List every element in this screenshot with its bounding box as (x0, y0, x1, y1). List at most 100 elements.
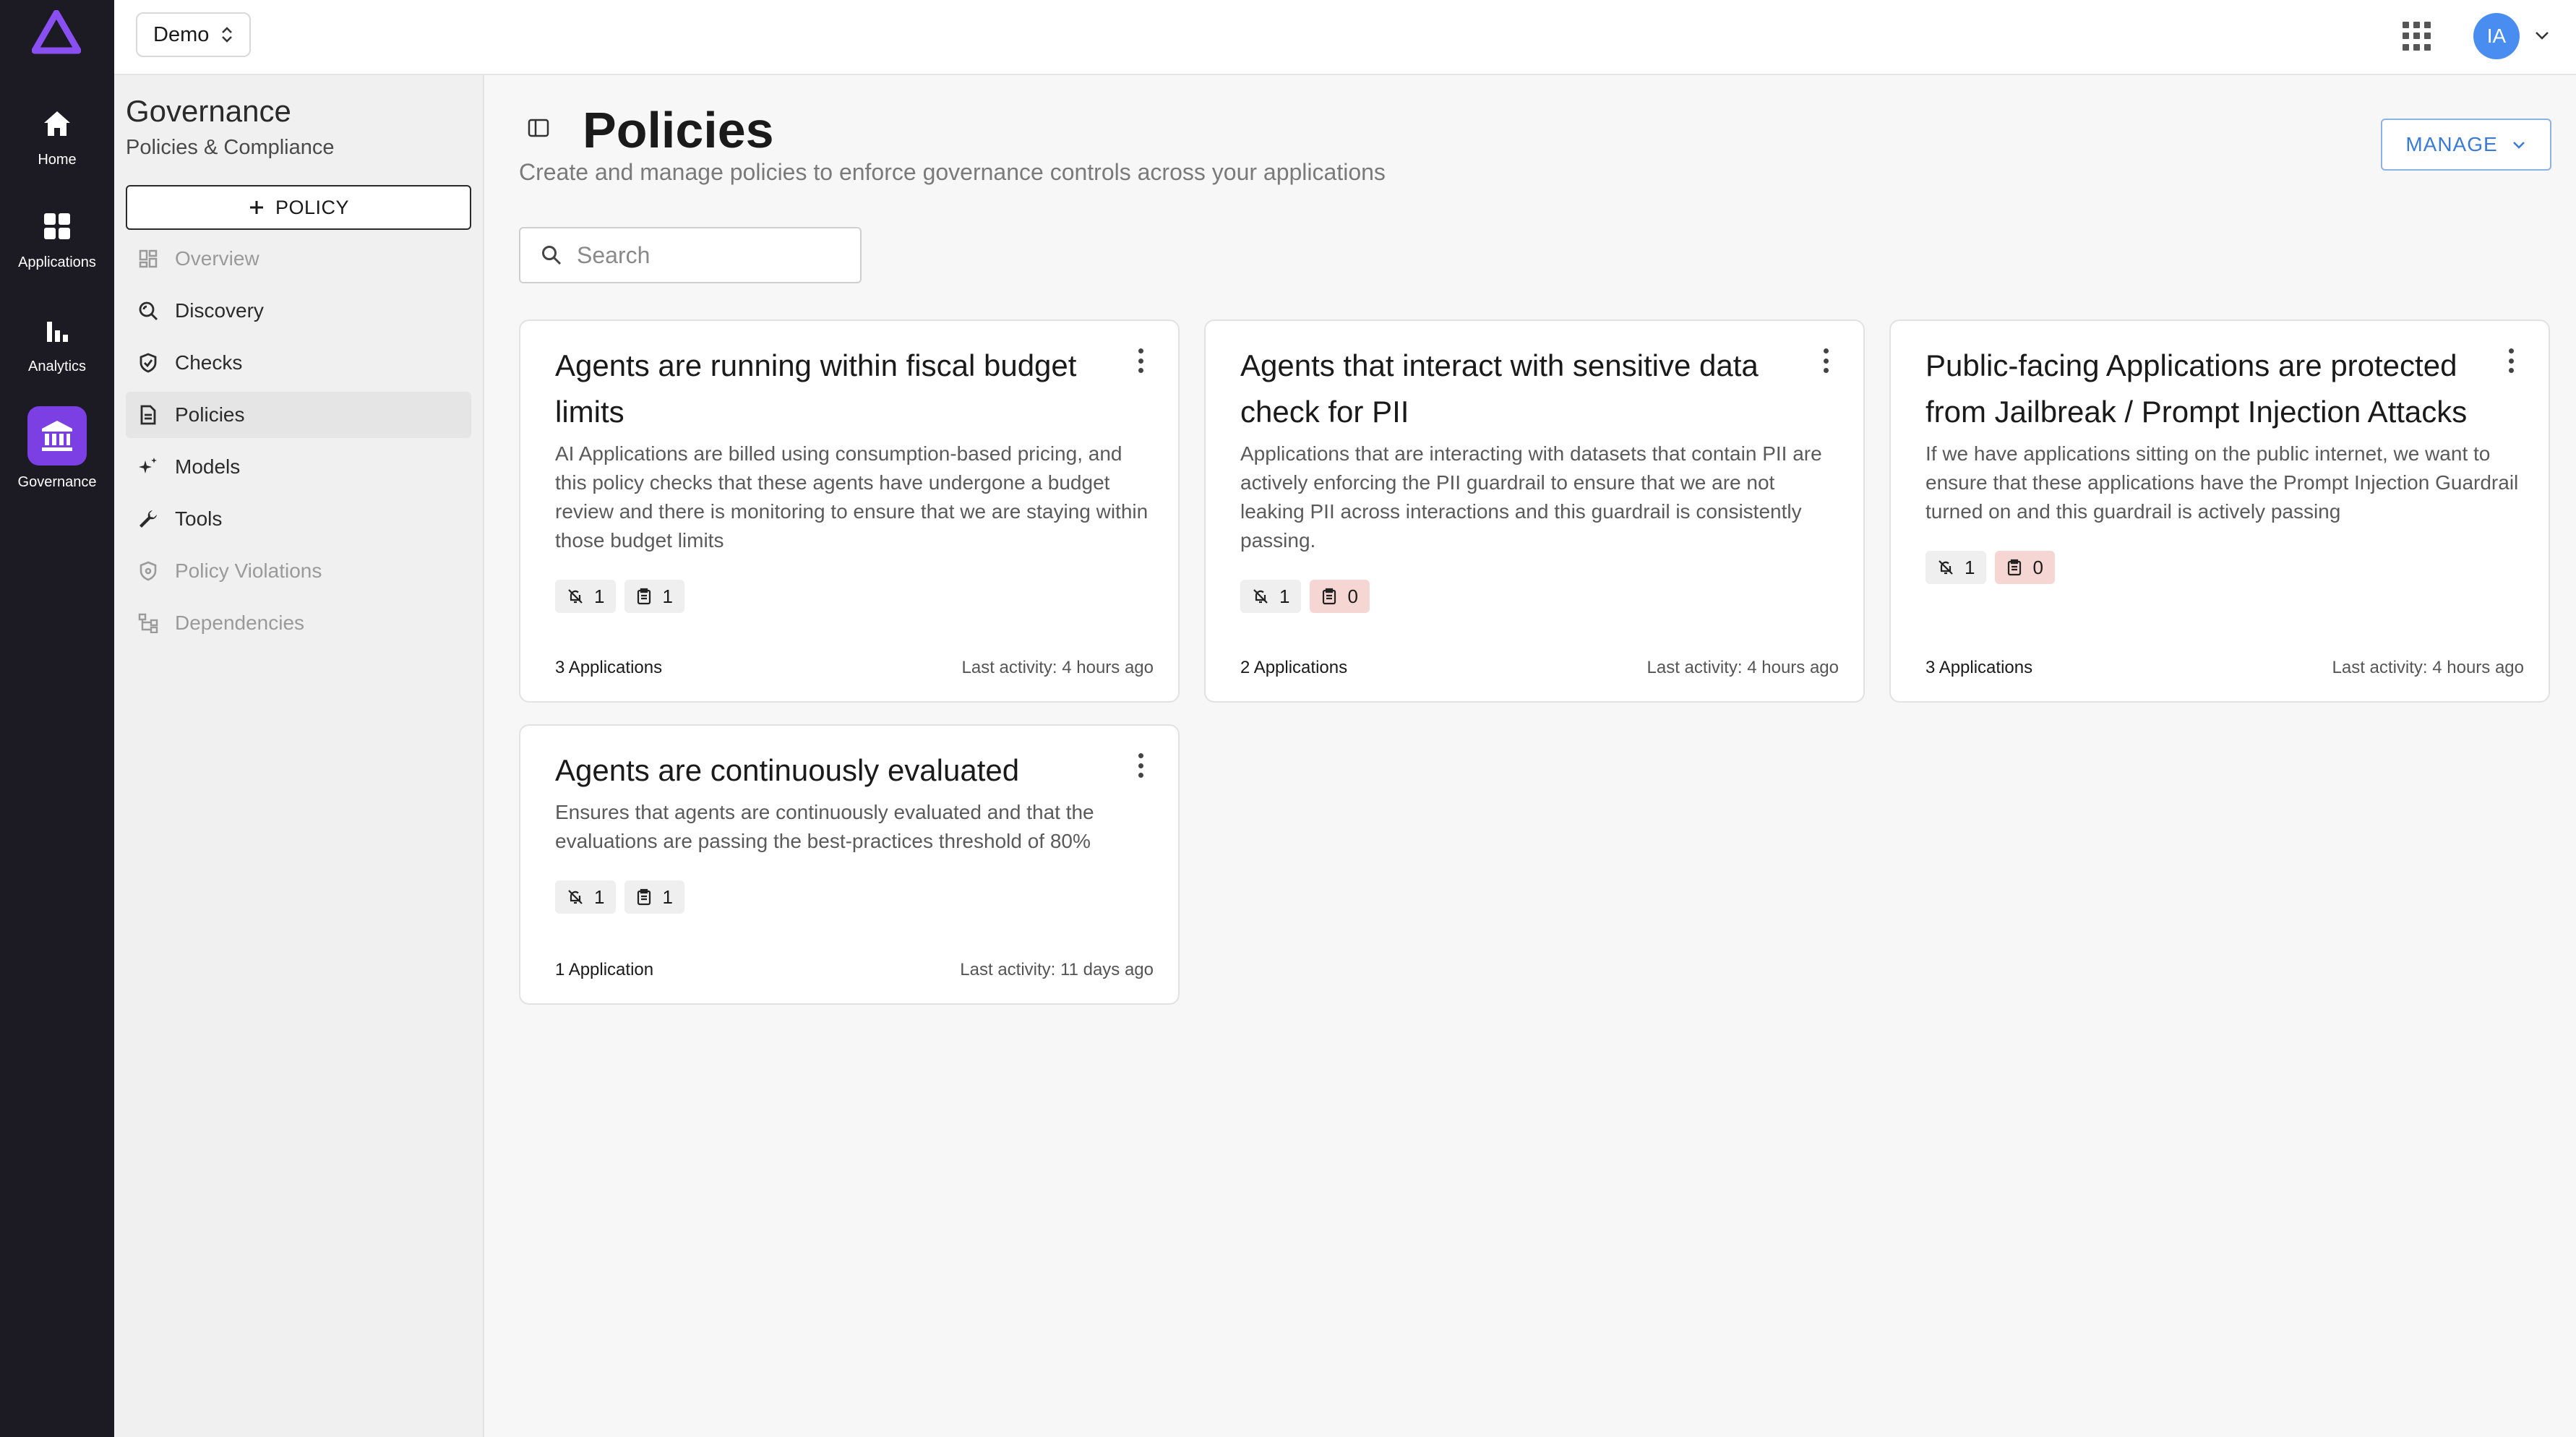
app-launcher-grid-icon[interactable] (2403, 22, 2431, 51)
clipboard-icon (637, 888, 651, 906)
alerts-count: 1 (1279, 585, 1290, 607)
sidebar-toggle-icon[interactable] (526, 116, 551, 140)
sidebar-item-label: Dependencies (175, 612, 305, 634)
search-input[interactable] (577, 241, 851, 269)
last-activity: Last activity: 4 hours ago (2332, 658, 2524, 677)
policy-card-description: If we have applications sitting on the p… (1925, 442, 2519, 523)
sidebar-item-discovery[interactable]: Discovery (126, 288, 471, 334)
policy-card[interactable]: Agents that interact with sensitive data… (1204, 319, 1865, 703)
alerts-badge[interactable]: 1 (1240, 580, 1302, 613)
bell-off-icon (568, 890, 583, 904)
policy-card[interactable]: Public-facing Applications are protected… (1889, 319, 2550, 703)
sparkles-icon (137, 456, 159, 478)
chevron-down-icon (2512, 142, 2525, 149)
manage-label: MANAGE (2405, 133, 2498, 155)
rail-item-analytics[interactable]: Analytics (0, 312, 114, 399)
more-vertical-icon[interactable] (1136, 753, 1145, 778)
policy-card-title[interactable]: Agents are continuously evaluated (555, 747, 1119, 794)
user-avatar[interactable]: IA (2473, 13, 2520, 59)
policy-card-title[interactable]: Public-facing Applications are protected… (1925, 343, 2489, 435)
add-policy-label: POLICY (275, 196, 350, 218)
alerts-count: 1 (594, 585, 605, 607)
apps-icon (39, 208, 75, 244)
checks-badge-failing[interactable]: 0 (1995, 551, 2055, 584)
sidebar-item-label: Overview (175, 247, 259, 270)
workspace-selector[interactable]: Demo (136, 12, 252, 57)
alerts-badge[interactable]: 1 (1925, 551, 1987, 584)
brand-logo-icon[interactable] (32, 10, 81, 55)
checks-count: 0 (1347, 585, 1358, 607)
rail-item-label: Home (38, 152, 77, 168)
main-content: Policies Create and manage policies to e… (486, 75, 2576, 1437)
sidebar-item-tools[interactable]: Tools (126, 496, 471, 542)
policy-card-description: Applications that are interacting with d… (1240, 442, 1822, 552)
rail-item-label: Analytics (27, 359, 87, 374)
manage-button[interactable]: MANAGE (2381, 119, 2551, 171)
applications-count[interactable]: 1 Application (555, 960, 653, 980)
policy-card-badges: 1 0 (1240, 580, 1370, 613)
policy-card-badges: 1 1 (555, 880, 684, 914)
bell-off-icon (1253, 589, 1268, 604)
policy-card-description: AI Applications are billed using consump… (555, 442, 1149, 552)
rail-item-home[interactable]: Home (0, 106, 114, 192)
policy-card-title[interactable]: Agents that interact with sensitive data… (1240, 343, 1804, 435)
search-icon (542, 246, 562, 265)
sidebar-item-label: Checks (175, 351, 243, 374)
sidebar-subtitle: Policies & Compliance (126, 136, 335, 159)
sidebar-item-checks[interactable]: Checks (126, 340, 471, 386)
bell-off-icon (1939, 560, 1953, 575)
checks-badge[interactable]: 1 (624, 580, 684, 613)
sidebar: Governance Policies & Compliance POLICY … (114, 75, 484, 1437)
alerts-badge[interactable]: 1 (555, 580, 617, 613)
search-box[interactable] (519, 227, 862, 283)
more-vertical-icon[interactable] (1136, 348, 1145, 373)
sidebar-item-label: Discovery (175, 299, 264, 322)
checks-badge[interactable]: 1 (624, 880, 684, 914)
applications-count[interactable]: 3 Applications (555, 658, 662, 678)
rail-item-governance[interactable]: Governance (0, 406, 114, 496)
more-vertical-icon[interactable] (1821, 348, 1830, 373)
page-subtitle: Create and manage policies to enforce go… (519, 159, 1386, 185)
checks-count: 0 (2032, 556, 2043, 578)
sidebar-item-dependencies[interactable]: Dependencies (126, 600, 471, 646)
clipboard-icon (1323, 588, 1336, 605)
wrench-icon (137, 508, 159, 530)
sidebar-item-label: Policy Violations (175, 559, 322, 582)
updown-chevron-icon (222, 27, 233, 43)
sidebar-item-models[interactable]: Models (126, 444, 471, 490)
checks-count: 1 (662, 585, 673, 607)
add-policy-button[interactable]: POLICY (126, 185, 471, 230)
sidebar-item-policies[interactable]: Policies (126, 392, 471, 438)
top-bar: Demo IA (114, 0, 2576, 75)
policy-card-title[interactable]: Agents are running within fiscal budget … (555, 343, 1119, 435)
sidebar-item-policy-violations[interactable]: Policy Violations (126, 548, 471, 594)
policy-card-badges: 1 0 (1925, 551, 2055, 584)
applications-count[interactable]: 3 Applications (1925, 658, 2032, 678)
rail-item-applications[interactable]: Applications (0, 208, 114, 295)
clipboard-icon (2008, 559, 2022, 576)
policy-card[interactable]: Agents are continuously evaluated Ensure… (519, 724, 1180, 1005)
bell-off-icon (568, 589, 583, 604)
page-title: Policies (583, 102, 774, 158)
alerts-count: 1 (1965, 556, 1975, 578)
alerts-badge[interactable]: 1 (555, 880, 617, 914)
home-icon (39, 106, 75, 142)
more-vertical-icon[interactable] (2507, 348, 2515, 373)
hierarchy-icon (137, 612, 159, 634)
app-rail: Home Applications Analytics Governance (0, 0, 114, 1437)
discovery-search-icon (137, 300, 159, 322)
bank-icon (27, 406, 87, 466)
policy-card-description: Ensures that agents are continuously eva… (555, 801, 1094, 852)
sidebar-item-overview[interactable]: Overview (126, 236, 471, 282)
last-activity: Last activity: 4 hours ago (961, 658, 1154, 677)
chevron-down-icon[interactable] (2531, 25, 2553, 46)
checks-badge-failing[interactable]: 0 (1310, 580, 1370, 613)
rail-item-label: Applications (18, 254, 96, 270)
dashboard-icon (137, 248, 159, 270)
sidebar-item-label: Policies (175, 403, 245, 426)
applications-count[interactable]: 2 Applications (1240, 658, 1347, 678)
policy-card[interactable]: Agents are running within fiscal budget … (519, 319, 1180, 703)
plus-icon (249, 201, 263, 214)
sidebar-item-label: Models (175, 455, 241, 478)
workspace-name: Demo (153, 22, 210, 46)
